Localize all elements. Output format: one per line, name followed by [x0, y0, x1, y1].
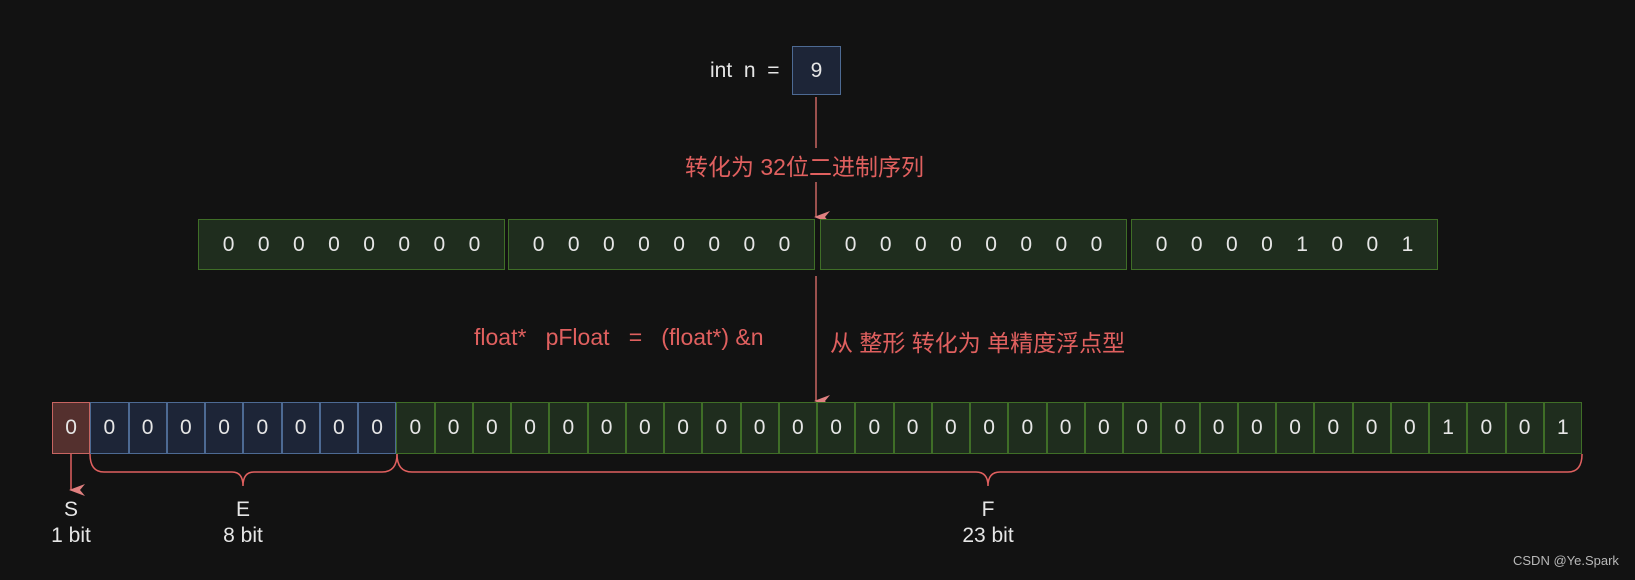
exponent-bit: 0 — [319, 402, 358, 454]
int-byte-3: 00000000 — [820, 219, 1127, 270]
exponent-bit: 0 — [128, 402, 167, 454]
fraction-bit: 0 — [511, 402, 550, 454]
int-bit: 0 — [1366, 232, 1379, 256]
float-bit-row: 0000000000000000000000000000000000001001 — [52, 402, 1582, 454]
int-bit: 0 — [1055, 232, 1068, 256]
int-value-box: 9 — [792, 46, 841, 95]
fraction-bit: 1 — [1543, 402, 1582, 454]
int-bit: 0 — [1261, 232, 1273, 256]
fraction-bit: 0 — [1084, 402, 1123, 454]
int-bit: 1 — [1401, 232, 1414, 256]
fraction-bit: 0 — [664, 402, 703, 454]
fraction-bit: 0 — [1467, 402, 1506, 454]
sign-bit: 0 — [52, 402, 91, 454]
segment-fraction-label: F 23 bit — [928, 497, 1048, 549]
segment-size: 8 bit — [223, 524, 263, 547]
segment-name: E — [235, 498, 250, 521]
brace-exponent — [89, 453, 398, 487]
fraction-bit: 0 — [396, 402, 435, 454]
int-bit: 0 — [1090, 232, 1103, 256]
int-bit: 0 — [1190, 232, 1203, 256]
fraction-bit: 0 — [1237, 402, 1276, 454]
int-bit: 0 — [673, 232, 685, 256]
fraction-bit: 0 — [1505, 402, 1544, 454]
segment-name: S — [63, 498, 78, 521]
int-bit: 0 — [328, 232, 340, 256]
int-bit: 0 — [292, 232, 305, 256]
segment-size: 1 bit — [51, 524, 91, 547]
fraction-bit: 0 — [1314, 402, 1353, 454]
fraction-bit: 0 — [893, 402, 932, 454]
fraction-bit: 0 — [1352, 402, 1391, 454]
segment-sign-label: S 1 bit — [11, 497, 131, 549]
fraction-bit: 0 — [1276, 402, 1315, 454]
step2-label: 从 整形 转化为 单精度浮点型 — [830, 330, 1126, 356]
step1-label: 转化为 32位二进制序列 — [683, 148, 926, 182]
fraction-bit: 0 — [587, 402, 626, 454]
int-bit: 0 — [257, 232, 270, 256]
int-bit: 0 — [1155, 232, 1168, 256]
segment-exponent-label: E 8 bit — [183, 497, 303, 549]
fraction-bit: 0 — [740, 402, 779, 454]
int-bit: 0 — [844, 232, 857, 256]
fraction-bit: 0 — [1390, 402, 1429, 454]
fraction-bit: 0 — [931, 402, 970, 454]
int-bit: 0 — [468, 232, 481, 256]
fraction-bit: 0 — [702, 402, 741, 454]
fraction-bit: 0 — [855, 402, 894, 454]
int-bit: 0 — [1020, 232, 1033, 256]
fraction-bit: 0 — [817, 402, 856, 454]
int-bit: 0 — [398, 232, 411, 256]
int-bit: 0 — [1331, 232, 1344, 256]
exponent-bit: 0 — [166, 402, 205, 454]
watermark: CSDN @Ye.Spark — [1513, 553, 1619, 568]
int-byte-4: 00001001 — [1131, 219, 1438, 270]
int-bit: 0 — [567, 232, 580, 256]
int-bit: 0 — [638, 232, 650, 256]
cast-code: float* pFloat = (float*) &n — [474, 324, 764, 350]
int-bit: 1 — [1296, 232, 1308, 256]
fraction-bit: 0 — [1123, 402, 1162, 454]
int-bit: 0 — [879, 232, 892, 256]
fraction-bit: 0 — [970, 402, 1009, 454]
int-bit: 0 — [363, 232, 375, 256]
int-bit: 0 — [778, 232, 791, 256]
int-bit: 0 — [222, 232, 235, 256]
exponent-bit: 0 — [281, 402, 320, 454]
fraction-bit: 0 — [1199, 402, 1238, 454]
fraction-bit: 0 — [472, 402, 511, 454]
int-bit: 0 — [985, 232, 997, 256]
int-bit: 0 — [433, 232, 446, 256]
int-bit: 0 — [1225, 232, 1238, 256]
segment-size: 23 bit — [962, 524, 1014, 547]
int-byte-2: 00000000 — [508, 219, 815, 270]
fraction-bit: 0 — [549, 402, 588, 454]
fraction-bit: 0 — [1046, 402, 1085, 454]
int-bit: 0 — [708, 232, 721, 256]
fraction-bit: 1 — [1429, 402, 1468, 454]
fraction-bit: 0 — [1161, 402, 1200, 454]
int-bit: 0 — [743, 232, 756, 256]
exponent-bit: 0 — [358, 402, 397, 454]
fraction-bit: 0 — [778, 402, 817, 454]
fraction-bit: 0 — [1008, 402, 1047, 454]
fraction-bit: 0 — [434, 402, 473, 454]
int-bit: 0 — [602, 232, 615, 256]
int-byte-1: 00000000 — [198, 219, 505, 270]
int-bit: 0 — [914, 232, 927, 256]
int-bit: 0 — [950, 232, 962, 256]
fraction-bit: 0 — [625, 402, 664, 454]
exponent-bit: 0 — [205, 402, 244, 454]
int-bit: 0 — [532, 232, 545, 256]
segment-name: F — [981, 498, 995, 521]
declaration-label: int n = — [710, 59, 780, 82]
exponent-bit: 0 — [90, 402, 129, 454]
brace-fraction — [396, 453, 1583, 487]
exponent-bit: 0 — [243, 402, 282, 454]
